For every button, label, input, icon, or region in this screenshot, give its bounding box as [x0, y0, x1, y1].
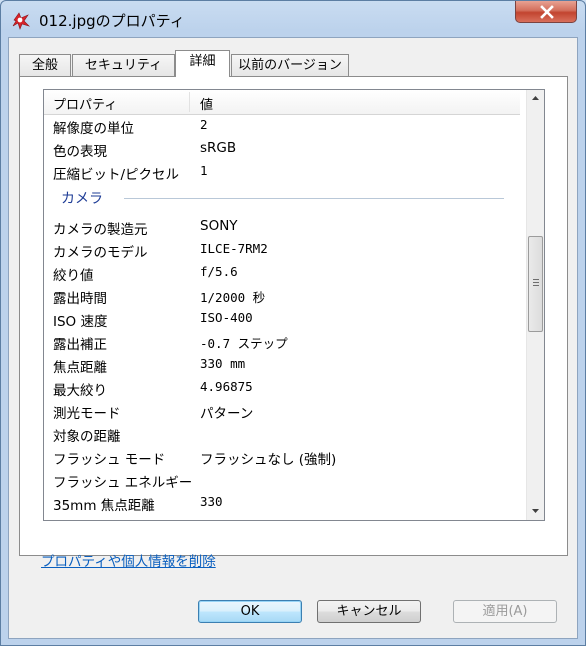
property-name: 露出補正	[53, 337, 107, 353]
title-bar[interactable]: 012.jpgのプロパティ	[1, 1, 585, 37]
tab-general[interactable]: 全般	[19, 54, 71, 76]
table-row[interactable]: 測光モード パターン	[44, 399, 520, 422]
property-name: 測光モード	[53, 406, 121, 422]
property-name: フラッシュ モード	[53, 452, 166, 468]
property-name: 対象の距離	[53, 429, 121, 445]
property-value: SONY	[200, 218, 238, 234]
column-divider[interactable]	[189, 92, 190, 112]
group-title: カメラ	[61, 191, 103, 207]
scroll-up-button[interactable]	[527, 90, 544, 107]
scroll-down-arrow-icon	[527, 508, 544, 520]
property-value: 2	[200, 117, 208, 132]
property-value: パターン	[200, 406, 254, 422]
tab-details[interactable]: 詳細	[175, 50, 230, 77]
property-name: 解像度の単位	[53, 121, 134, 137]
table-row[interactable]: 絞り値 f/5.6	[44, 261, 520, 284]
properties-window: 012.jpgのプロパティ 全般 セキュリティ 詳細 以前のバージョン プロパテ…	[0, 0, 586, 646]
property-name: 圧縮ビット/ピクセル	[53, 167, 180, 183]
thumb-grip-line	[533, 285, 539, 286]
property-list[interactable]: プロパティ 値 解像度の単位 2 色の表現 sRGB 圧縮ビット/ピクセル 1 …	[43, 89, 545, 521]
table-row[interactable]: 露出時間 1/2000 秒	[44, 284, 520, 307]
table-row[interactable]: カメラのモデル ILCE-7RM2	[44, 238, 520, 261]
table-row[interactable]: 最大絞り 4.96875	[44, 376, 520, 399]
property-value: sRGB	[200, 140, 237, 156]
table-row[interactable]: 色の表現 sRGB	[44, 137, 520, 160]
property-value: 4.96875	[200, 379, 253, 394]
table-row[interactable]: 35mm 焦点距離 330	[44, 491, 520, 514]
details-panel: プロパティ 値 解像度の単位 2 色の表現 sRGB 圧縮ビット/ピクセル 1 …	[19, 76, 568, 556]
remove-properties-link[interactable]: プロパティや個人情報を削除	[41, 550, 216, 570]
window-title: 012.jpgのプロパティ	[39, 12, 185, 30]
scroll-up-arrow-icon	[527, 96, 544, 111]
list-header: プロパティ 値	[44, 90, 520, 115]
close-button[interactable]	[515, 1, 577, 23]
dialog-client: 全般 セキュリティ 詳細 以前のバージョン プロパティ 値 解像度の単位 2 色…	[8, 37, 578, 639]
property-name: 露出時間	[53, 291, 107, 307]
cancel-button[interactable]: キャンセル	[317, 600, 421, 623]
group-divider	[124, 198, 504, 199]
table-row[interactable]: カメラの製造元 SONY	[44, 215, 520, 238]
thumb-grip-line	[533, 282, 539, 283]
property-name: 35mm 焦点距離	[53, 498, 155, 514]
column-header-property[interactable]: プロパティ	[53, 94, 117, 113]
property-name: 色の表現	[53, 144, 107, 160]
property-name: ISO 速度	[53, 314, 108, 330]
thumb-grip-line	[533, 279, 539, 280]
ok-button[interactable]: OK	[198, 600, 302, 623]
property-value: f/5.6	[200, 264, 238, 279]
property-name: 絞り値	[53, 268, 94, 284]
apply-button[interactable]: 適用(A)	[453, 600, 557, 623]
scroll-down-button[interactable]	[527, 502, 544, 519]
table-row[interactable]: フラッシュ エネルギー	[44, 468, 520, 491]
table-row[interactable]: ISO 速度 ISO-400	[44, 307, 520, 330]
table-row[interactable]: 対象の距離	[44, 422, 520, 445]
property-name: 最大絞り	[53, 383, 107, 399]
table-row[interactable]: 焦点距離 330 mm	[44, 353, 520, 376]
property-value: ISO-400	[200, 310, 253, 325]
property-value: -0.7 ステップ	[200, 336, 288, 351]
app-icon	[11, 11, 31, 30]
group-header-camera: カメラ	[44, 186, 520, 210]
tab-security[interactable]: セキュリティ	[72, 54, 175, 76]
property-value: 330	[200, 494, 223, 509]
vertical-scrollbar[interactable]	[526, 90, 544, 520]
property-name: カメラのモデル	[53, 245, 148, 261]
property-name: 焦点距離	[53, 360, 107, 376]
property-value: 1/2000 秒	[200, 290, 266, 305]
table-row[interactable]: 解像度の単位 2	[44, 114, 520, 137]
property-value: 1	[200, 163, 208, 178]
property-value: 330 mm	[200, 356, 246, 371]
property-name: フラッシュ エネルギー	[53, 475, 193, 491]
property-name: カメラの製造元	[53, 222, 148, 238]
property-value: フラッシュなし (強制)	[200, 452, 337, 468]
column-header-value[interactable]: 値	[200, 94, 213, 113]
property-value: ILCE-7RM2	[200, 241, 268, 256]
scrollbar-thumb[interactable]	[528, 236, 543, 332]
tab-previous-versions[interactable]: 以前のバージョン	[231, 54, 349, 76]
table-row[interactable]: フラッシュ モード フラッシュなし (強制)	[44, 445, 520, 468]
table-row[interactable]: 圧縮ビット/ピクセル 1	[44, 160, 520, 183]
table-row[interactable]: 露出補正 -0.7 ステップ	[44, 330, 520, 353]
